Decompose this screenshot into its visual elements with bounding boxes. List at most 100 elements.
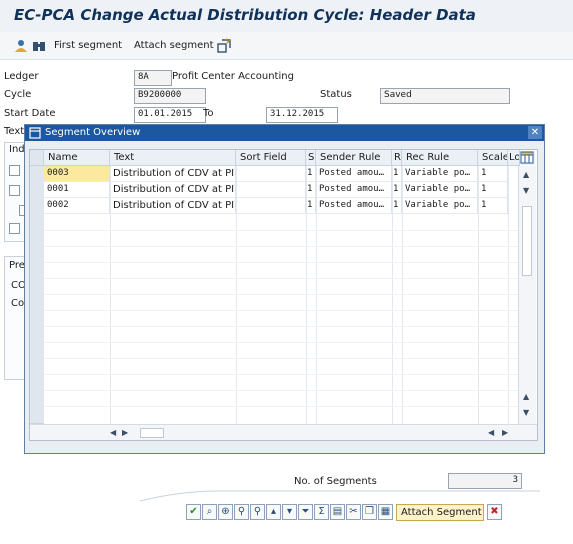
scroll-up-icon[interactable]: ▲ — [523, 170, 529, 179]
find-icon[interactable]: ⚲ — [234, 504, 249, 520]
scroll-down-icon[interactable]: ▼ — [523, 186, 529, 195]
end-date-field[interactable]: 31.12.2015 — [266, 107, 338, 123]
ledger-text: Profit Center Accounting — [172, 71, 294, 82]
scroll-thumb[interactable] — [522, 206, 532, 276]
close-icon[interactable]: ✕ — [528, 126, 542, 139]
table-cell-rec-rule[interactable]: Variable po… — [402, 182, 478, 198]
ledger-field[interactable]: 8A — [134, 70, 172, 86]
empty-row-line — [44, 230, 518, 231]
table-cell-r[interactable]: 1 — [392, 166, 402, 182]
empty-row-line — [44, 342, 518, 343]
dialog-footer-divider — [139, 490, 540, 502]
checkbox-2[interactable] — [9, 185, 20, 196]
column-header-rec-rule[interactable]: Rec Rule — [402, 150, 478, 166]
empty-row-line — [44, 246, 518, 247]
table-cell-name[interactable]: 0003 — [44, 166, 110, 182]
scroll-right-icon[interactable]: ▶ — [502, 428, 508, 437]
total-icon[interactable]: Σ — [314, 504, 329, 520]
empty-row-line — [44, 310, 518, 311]
table-cell-r[interactable]: 1 — [392, 198, 402, 214]
scroll-down-icon[interactable]: ▼ — [523, 408, 529, 417]
table-cell-sender-rule[interactable]: Posted amou… — [316, 198, 392, 214]
column-header-s[interactable]: S — [306, 150, 316, 166]
page-title: EC-PCA Change Actual Distribution Cycle:… — [14, 6, 476, 24]
cancel-icon[interactable]: ✖ — [487, 504, 502, 520]
attach-segment-dialog-button[interactable]: Attach Segment — [396, 504, 484, 521]
row-selector-header[interactable] — [30, 150, 44, 166]
sort-ascending-icon[interactable]: ▴ — [266, 504, 281, 520]
search-icon[interactable]: ⌕ — [202, 504, 217, 520]
column-settings-icon[interactable] — [520, 151, 535, 165]
table-cell-name[interactable]: 0001 — [44, 182, 110, 198]
no-of-segments-label: No. of Segments — [294, 476, 377, 487]
table-cell-r[interactable]: 1 — [392, 182, 402, 198]
table-cell-s[interactable]: 1 — [306, 182, 316, 198]
column-header-text[interactable]: Text — [110, 150, 236, 166]
start-date-label: Start Date — [4, 108, 56, 119]
scroll-left-icon[interactable]: ◀ — [488, 428, 494, 437]
horizontal-scrollbar[interactable]: ◀ ▶ ◀ ▶ — [30, 424, 537, 440]
table-cell-sort-field[interactable] — [236, 182, 306, 198]
table-cell-s[interactable]: 1 — [306, 166, 316, 182]
table-cell-sender-rule[interactable]: Posted amou… — [316, 182, 392, 198]
table-cell-s[interactable]: 1 — [306, 198, 316, 214]
grid-line — [508, 166, 509, 424]
table-cell-sender-rule[interactable]: Posted amou… — [316, 166, 392, 182]
confirm-check-icon[interactable]: ✔ — [186, 504, 201, 520]
status-label: Status — [320, 89, 352, 100]
details-icon[interactable]: ⊕ — [218, 504, 233, 520]
segment-table: Name Text Sort Field S Sender Rule R Rec… — [29, 149, 538, 441]
attach-segment-button[interactable]: Attach segment — [134, 38, 214, 54]
checkbox-4[interactable] — [9, 223, 20, 234]
binoculars-icon[interactable] — [32, 39, 46, 56]
table-cell-scale[interactable]: 1 — [478, 182, 508, 198]
print-icon[interactable]: ▤ — [330, 504, 345, 520]
table-cell-sort-field[interactable] — [236, 198, 306, 214]
status-field[interactable]: Saved — [380, 88, 510, 104]
column-header-name[interactable]: Name — [44, 150, 110, 166]
empty-row-line — [44, 390, 518, 391]
dialog-title-bar: Segment Overview ✕ — [25, 125, 544, 141]
copy-icon[interactable]: ❐ — [362, 504, 377, 520]
vertical-scrollbar[interactable]: ▲ ▼ ▲ ▼ — [518, 166, 536, 424]
table-cell-name[interactable]: 0002 — [44, 198, 110, 214]
table-cell-rec-rule[interactable]: Variable po… — [402, 166, 478, 182]
table-cell-scale[interactable]: 1 — [478, 166, 508, 182]
column-header-sender-rule[interactable]: Sender Rule — [316, 150, 392, 166]
attach-icon[interactable] — [216, 38, 232, 57]
column-header-sort-field[interactable]: Sort Field — [236, 150, 306, 166]
text-label: Text — [4, 126, 25, 137]
horizontal-scroll-thumb[interactable] — [140, 428, 164, 438]
find-next-icon[interactable]: ⚲ — [250, 504, 265, 520]
table-cell-text[interactable]: Distribution of CDV at PI… — [110, 182, 236, 198]
table-cell-text[interactable]: Distribution of CDV at PI… — [110, 198, 236, 214]
scroll-left-icon[interactable]: ◀ — [110, 428, 116, 437]
sort-descending-icon[interactable]: ▾ — [282, 504, 297, 520]
person-icon[interactable] — [14, 39, 28, 56]
cycle-field[interactable]: B9200000 — [134, 88, 206, 104]
column-header-scale[interactable]: Scale — [478, 150, 508, 166]
title-bar: EC-PCA Change Actual Distribution Cycle:… — [0, 0, 573, 32]
dialog-button-row: ✔ ⌕ ⊕ ⚲ ⚲ ▴ ▾ ⏷ Σ ▤ ✂ ❐ ▦ Attach Segment… — [186, 504, 546, 524]
scroll-up-icon[interactable]: ▲ — [523, 392, 529, 401]
empty-row-line — [44, 374, 518, 375]
filter-icon[interactable]: ⏷ — [298, 504, 313, 520]
start-date-field[interactable]: 01.01.2015 — [134, 107, 206, 123]
column-header-lo[interactable]: Lo — [508, 150, 520, 166]
checkbox-1[interactable] — [9, 165, 20, 176]
empty-row-line — [44, 294, 518, 295]
table-cell-rec-rule[interactable]: Variable po… — [402, 198, 478, 214]
empty-row-line — [44, 406, 518, 407]
segment-overview-dialog: Segment Overview ✕ Name Text Sort Field … — [24, 124, 545, 454]
application-toolbar: First segment Attach segment — [0, 32, 573, 60]
table-cell-scale[interactable]: 1 — [478, 198, 508, 214]
to-label: To — [203, 108, 214, 119]
row-selector-column[interactable] — [30, 166, 44, 424]
table-cell-sort-field[interactable] — [236, 166, 306, 182]
cut-icon[interactable]: ✂ — [346, 504, 361, 520]
column-header-r[interactable]: R — [392, 150, 402, 166]
paste-icon[interactable]: ▦ — [378, 504, 393, 520]
first-segment-button[interactable]: First segment — [54, 38, 122, 54]
table-cell-text[interactable]: Distribution of CDV at PI… — [110, 166, 236, 182]
scroll-right-icon[interactable]: ▶ — [122, 428, 128, 437]
